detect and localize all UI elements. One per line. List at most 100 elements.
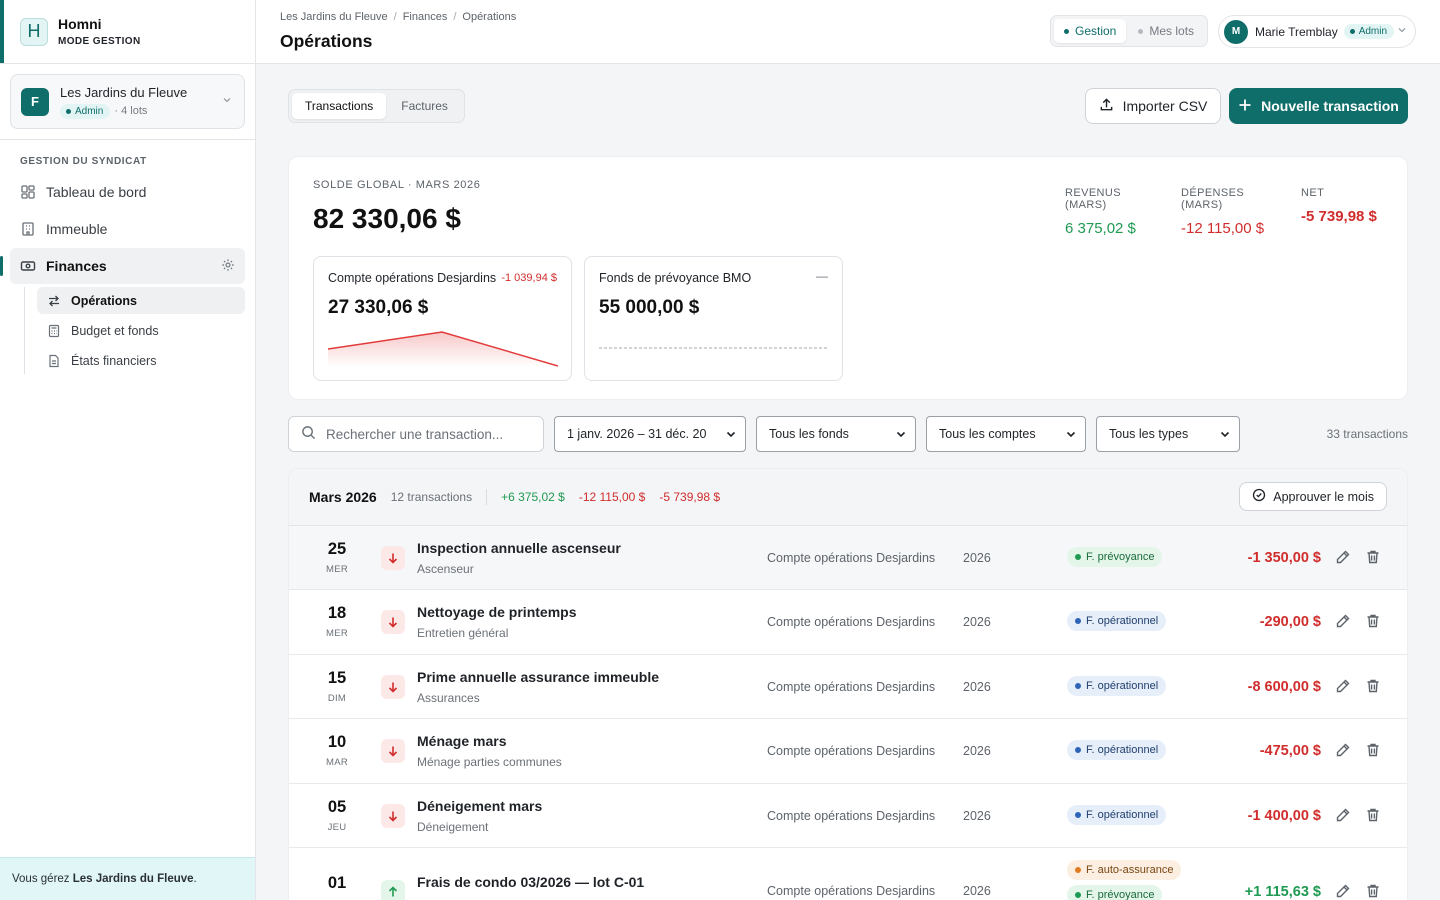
chevron-down-icon [1219, 428, 1231, 443]
transaction-weekday: MAR [325, 757, 348, 769]
app-name: Homni [58, 16, 102, 32]
search-input[interactable] [326, 426, 526, 442]
chevron-down-icon [725, 428, 737, 443]
finances-subnav: Opérations Budget et fonds États financi… [24, 287, 255, 374]
breadcrumb-item[interactable]: Finances [403, 11, 448, 23]
new-transaction-button[interactable]: Nouvelle transaction [1229, 88, 1408, 124]
fund-badge: F. auto-assurance [1067, 859, 1182, 880]
table-row[interactable]: 05 JEU Déneigement mars Déneigement Comp… [289, 784, 1407, 848]
transaction-category: Ménage parties communes [417, 755, 562, 770]
pencil-icon[interactable] [1335, 549, 1351, 568]
user-role-badge: Admin [1343, 24, 1395, 39]
table-row[interactable]: 18 MER Nettoyage de printemps Entretien … [289, 590, 1407, 655]
pencil-icon[interactable] [1335, 742, 1351, 761]
chevron-down-icon [222, 95, 232, 108]
pencil-icon[interactable] [1335, 613, 1351, 632]
type-select[interactable]: Tous les types [1096, 416, 1240, 452]
account-card-bmo[interactable]: Fonds de prévoyance BMO — 55 000,00 $ [584, 256, 843, 381]
tab-invoices[interactable]: Factures [388, 93, 461, 119]
filter-bar: 1 janv. 2026 – 31 déc. 20 Tous les fonds… [288, 416, 1408, 452]
sidebar-item-dashboard[interactable]: Tableau de bord [10, 174, 245, 210]
managing-org-name: Les Jardins du Fleuve [72, 873, 194, 885]
sidebar-item-finances[interactable]: Finances [0, 248, 245, 284]
transaction-fiscal-year: 2026 [963, 551, 991, 565]
balance-summary-card: SOLDE GLOBAL · MARS 2026 82 330,06 $ REV… [288, 156, 1408, 400]
breadcrumb-item[interactable]: Les Jardins du Fleuve [280, 11, 388, 23]
pencil-icon[interactable] [1335, 678, 1351, 697]
fund-select[interactable]: Tous les fonds [756, 416, 916, 452]
transaction-title[interactable]: Frais de condo 03/2026 — lot C-01 [417, 874, 644, 890]
transaction-day: 01 [327, 873, 347, 892]
subnav-item-statements[interactable]: États financiers [37, 347, 245, 374]
fund-badge: F. opérationnel [1067, 740, 1167, 761]
transaction-fiscal-year: 2026 [963, 744, 991, 759]
avatar: M [1224, 19, 1248, 44]
mode-option-gestion[interactable]: Gestion [1054, 19, 1127, 43]
table-row[interactable]: 10 MAR Ménage mars Ménage parties commun… [289, 719, 1407, 784]
transaction-weekday: MER [325, 564, 348, 575]
transaction-amount: -475,00 $ [1259, 743, 1321, 760]
approve-month-button[interactable]: Approuver le mois [1239, 482, 1387, 511]
transaction-title[interactable]: Inspection annuelle ascenseur [417, 540, 621, 556]
arrows-swap-icon [47, 294, 61, 308]
fund-badge: F. opérationnel [1067, 675, 1167, 696]
account-name: Compte opérations Desjardins [328, 271, 497, 285]
transaction-day: 18 [327, 604, 347, 623]
fund-badge: F. opérationnel [1067, 611, 1167, 632]
trash-icon[interactable] [1365, 549, 1381, 568]
app-mode: MODE GESTION [58, 36, 141, 47]
transaction-account: Compte opérations Desjardins [767, 744, 936, 759]
account-card-desjardins[interactable]: Compte opérations Desjardins -1 039,94 $… [313, 256, 572, 381]
account-delta: — [816, 269, 828, 283]
trash-icon[interactable] [1365, 678, 1381, 697]
trash-icon[interactable] [1365, 807, 1381, 826]
account-sparkline [328, 331, 558, 367]
sidebar-section-title: GESTION DU SYNDICAT [20, 156, 147, 167]
account-select[interactable]: Tous les comptes [926, 416, 1086, 452]
date-range-select[interactable]: 1 janv. 2026 – 31 déc. 20 [554, 416, 746, 452]
transaction-day: 10 [327, 733, 347, 752]
account-sparkline [599, 347, 829, 349]
tab-transactions[interactable]: Transactions [292, 93, 387, 119]
transaction-title[interactable]: Nettoyage de printemps [417, 604, 576, 620]
user-name: Marie Tremblay [1255, 24, 1338, 39]
arrow-up-icon [381, 879, 405, 900]
upload-icon [1099, 97, 1114, 115]
import-csv-button[interactable]: Importer CSV [1085, 88, 1221, 124]
transaction-title[interactable]: Ménage mars [417, 733, 506, 749]
plus-icon [1238, 98, 1252, 115]
table-row[interactable]: 01 Frais de condo 03/2026 — lot C-01 Com… [289, 848, 1407, 900]
month-revenue: +6 375,02 $ [501, 490, 565, 504]
org-switcher[interactable]: F Les Jardins du Fleuve Admin · 4 lots [10, 74, 245, 129]
table-row[interactable]: 15 DIM Prime annuelle assurance immeuble… [289, 655, 1407, 720]
balance-total: 82 330,06 $ [313, 203, 461, 234]
transaction-weekday: MER [325, 628, 348, 640]
arrow-down-icon [381, 739, 405, 764]
user-menu[interactable]: M Marie Tremblay Admin [1218, 15, 1416, 48]
transaction-account: Compte opérations Desjardins [767, 615, 936, 630]
transaction-title[interactable]: Prime annuelle assurance immeuble [417, 669, 659, 685]
gear-icon[interactable] [221, 258, 235, 275]
pencil-icon[interactable] [1335, 883, 1351, 900]
calculator-icon [47, 324, 61, 338]
transaction-amount: -290,00 $ [1259, 614, 1321, 631]
kpi-expenses: DÉPENSES (MARS) -12 115,00 $ [1181, 187, 1265, 237]
document-icon [47, 354, 61, 368]
mode-switch: Gestion Mes lots [1050, 15, 1209, 47]
search-icon [301, 425, 316, 443]
transaction-weekday: DIM [327, 692, 347, 704]
mode-option-mes-lots[interactable]: Mes lots [1128, 19, 1204, 43]
transaction-amount: -8 600,00 $ [1247, 678, 1321, 695]
pencil-icon[interactable] [1335, 807, 1351, 826]
sidebar-item-building[interactable]: Immeuble [10, 211, 245, 247]
subnav-item-budget[interactable]: Budget et fonds [37, 317, 245, 344]
trash-icon[interactable] [1365, 742, 1381, 761]
arrow-down-icon [381, 674, 405, 699]
transaction-account: Compte opérations Desjardins [767, 883, 936, 898]
trash-icon[interactable] [1365, 613, 1381, 632]
subnav-item-operations[interactable]: Opérations [37, 287, 245, 314]
trash-icon[interactable] [1365, 883, 1381, 900]
table-row[interactable]: 25 MER Inspection annuelle ascenseur Asc… [289, 526, 1407, 591]
transaction-title[interactable]: Déneigement mars [417, 798, 542, 814]
month-expenses: -12 115,00 $ [578, 490, 646, 504]
